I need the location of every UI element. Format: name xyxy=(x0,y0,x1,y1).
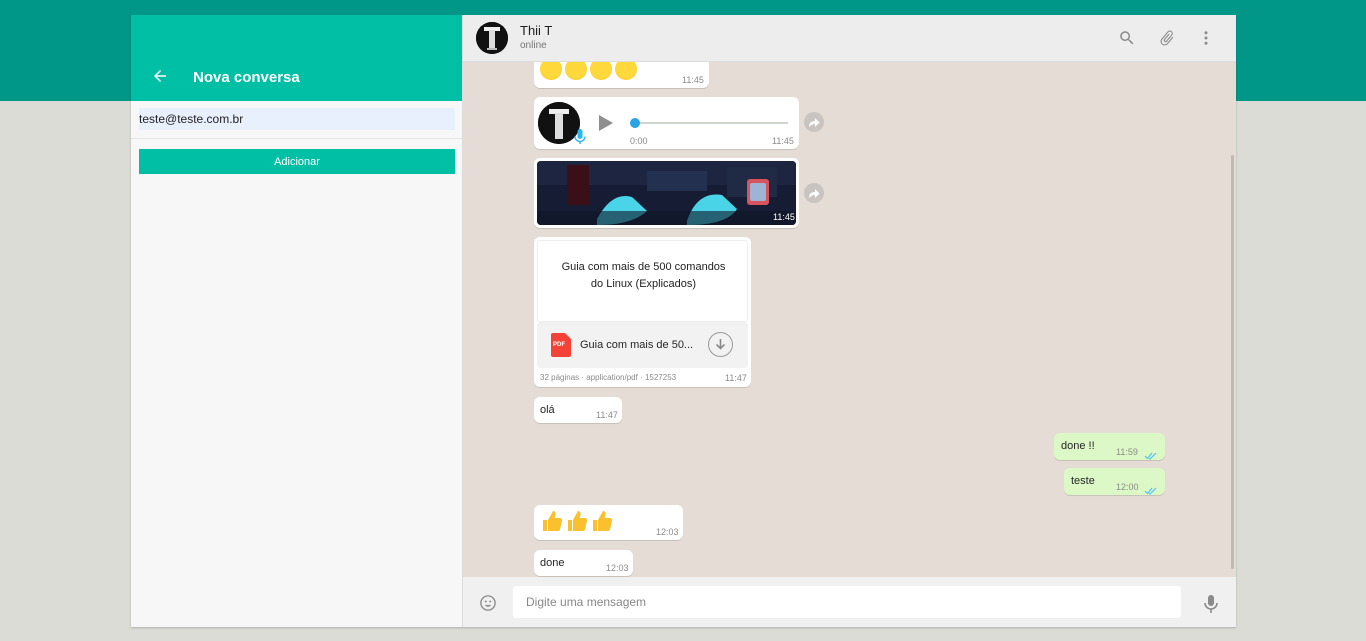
message-time: 12:03 xyxy=(606,563,629,573)
document-file-bar[interactable]: PDF Guia com mais de 50... xyxy=(537,322,748,368)
message-text: teste xyxy=(1071,475,1095,487)
audio-current-time: 0:00 xyxy=(630,136,648,146)
audio-progress-track[interactable] xyxy=(632,122,788,124)
emoji-message: 12:03 xyxy=(534,505,683,540)
mic-icon[interactable] xyxy=(1203,594,1219,614)
document-message: Guia com mais de 500 comandos do Linux (… xyxy=(534,237,751,387)
document-meta: 32 páginas · application/pdf · 1527253 xyxy=(540,373,677,382)
message-time: 12:03 xyxy=(656,527,679,537)
message-list[interactable]: 11:45 0:00 11:45 11:45 Guia com mais de … xyxy=(463,62,1236,577)
document-preview-line: Guia com mais de 500 comandos xyxy=(561,261,726,273)
outgoing-message: done !! 11:59 xyxy=(1054,433,1165,460)
more-vert-icon[interactable] xyxy=(1197,29,1215,47)
outgoing-message: teste 12:00 xyxy=(1064,468,1165,495)
app-window: Nova conversa Adicionar Thii T online xyxy=(131,15,1236,627)
play-icon[interactable] xyxy=(598,114,614,132)
message-time: 11:45 xyxy=(773,212,795,222)
search-icon[interactable] xyxy=(1118,29,1136,47)
back-arrow-icon[interactable] xyxy=(151,67,169,85)
image-thumbnail[interactable]: 11:45 xyxy=(537,161,796,225)
thumbs-up-icon xyxy=(590,509,613,533)
audio-message: 0:00 11:45 xyxy=(534,97,799,149)
composer-bar xyxy=(463,577,1236,627)
pdf-badge-label: PDF xyxy=(553,342,565,348)
message-text: done xyxy=(540,557,565,569)
message-text: done !! xyxy=(1061,440,1095,452)
grin-emoji-icon xyxy=(615,62,637,80)
audio-progress-knob[interactable] xyxy=(630,118,640,128)
message-time: 12:00 xyxy=(1116,482,1139,492)
new-conversation-panel: Nova conversa Adicionar xyxy=(131,15,463,627)
incoming-message: olá 11:47 xyxy=(534,397,622,423)
grin-emoji-icon xyxy=(565,62,587,80)
message-time: 11:45 xyxy=(682,75,704,85)
emoji-message: 11:45 xyxy=(534,62,709,88)
incoming-message: done 12:03 xyxy=(534,550,633,576)
image-message[interactable]: 11:45 xyxy=(534,158,799,228)
message-time: 11:47 xyxy=(596,410,618,420)
mic-icon xyxy=(574,129,586,145)
add-button[interactable]: Adicionar xyxy=(139,149,455,174)
panel-title: Nova conversa xyxy=(193,69,300,86)
thumbs-up-icon xyxy=(565,509,588,533)
chat-panel: Thii T online 11:45 0:00 11:45 11:45 Gui… xyxy=(463,15,1236,627)
new-conversation-header: Nova conversa xyxy=(131,15,462,101)
pdf-icon: PDF xyxy=(551,333,571,357)
forward-icon[interactable] xyxy=(804,183,824,203)
paperclip-icon[interactable] xyxy=(1158,29,1176,47)
message-time: 11:45 xyxy=(772,136,794,146)
double-check-icon xyxy=(1144,482,1158,495)
double-check-icon xyxy=(1144,447,1158,460)
smiley-icon[interactable] xyxy=(479,594,497,612)
forward-icon[interactable] xyxy=(804,112,824,132)
contact-name[interactable]: Thii T xyxy=(520,23,552,38)
grin-emoji-icon xyxy=(590,62,612,80)
document-preview-line: do Linux (Explicados) xyxy=(590,278,697,290)
document-preview[interactable]: Guia com mais de 500 comandos do Linux (… xyxy=(537,240,748,322)
avatar[interactable] xyxy=(476,22,508,54)
grin-emoji-icon xyxy=(540,62,562,80)
contact-status: online xyxy=(520,40,547,51)
message-time: 11:59 xyxy=(1116,447,1138,457)
document-file-name: Guia com mais de 50... xyxy=(580,339,694,351)
download-icon[interactable] xyxy=(708,332,733,357)
thumbs-up-icon xyxy=(540,509,563,533)
chat-header: Thii T online xyxy=(463,15,1236,62)
divider xyxy=(131,138,462,139)
message-time: 11:47 xyxy=(725,373,747,383)
scrollbar[interactable] xyxy=(1231,155,1234,569)
email-input[interactable] xyxy=(139,108,455,130)
message-text: olá xyxy=(540,404,555,416)
message-input[interactable] xyxy=(513,586,1181,618)
